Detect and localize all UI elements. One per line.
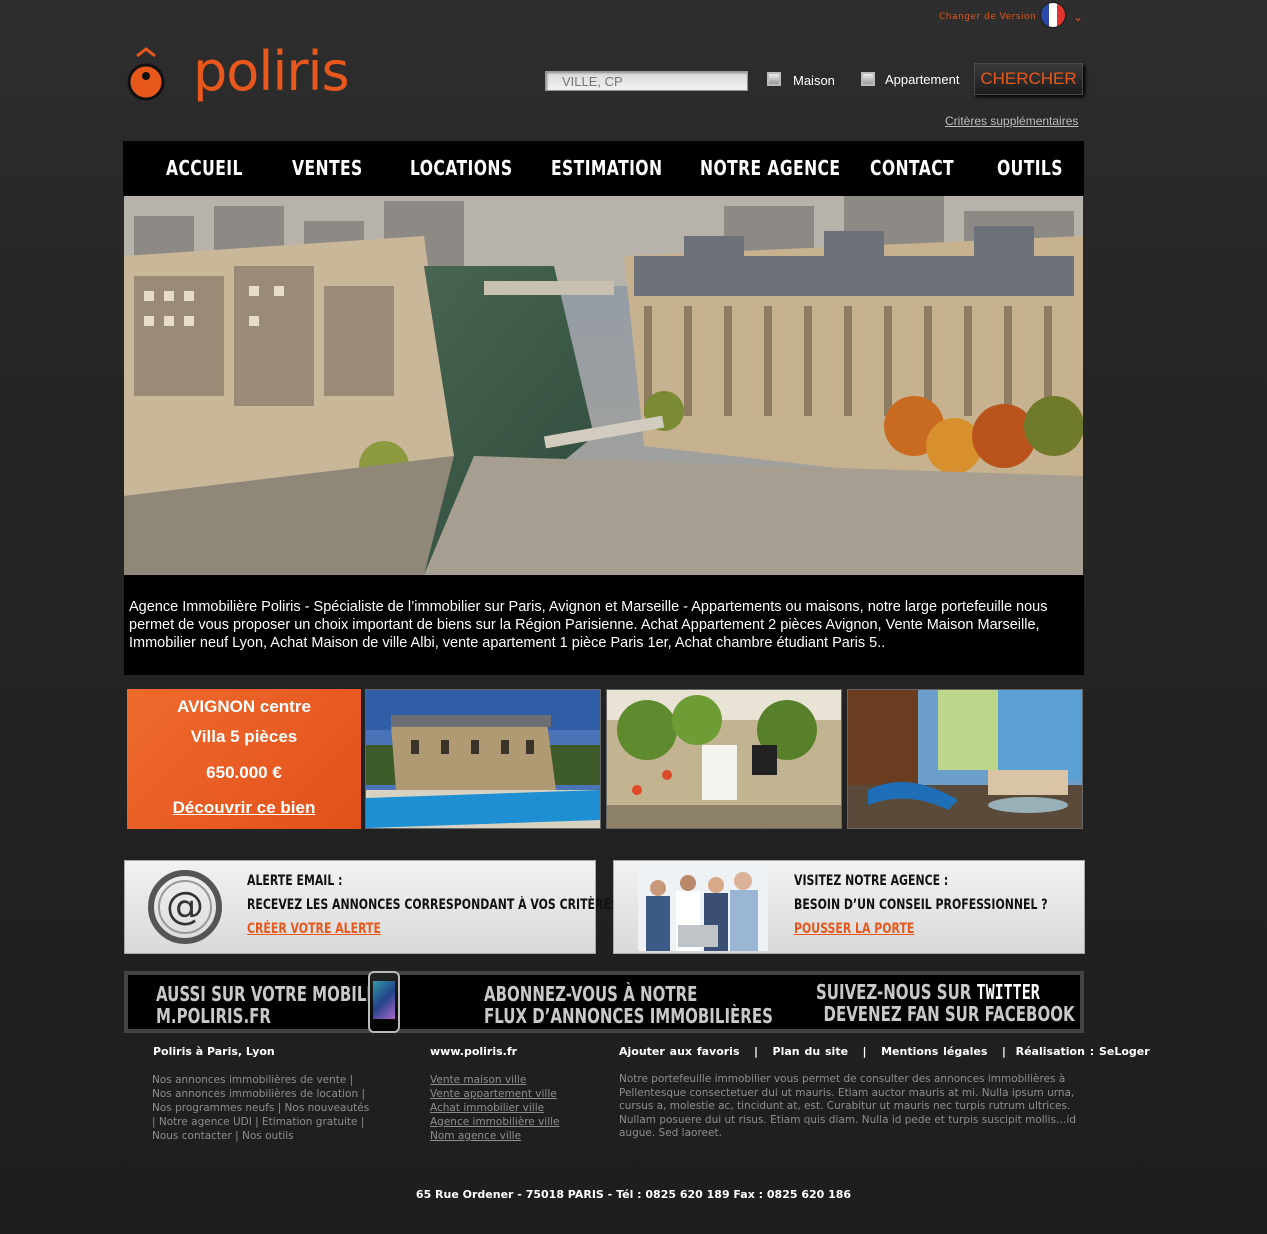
- property-photo-stone-house[interactable]: [606, 689, 842, 829]
- mobile-site-link[interactable]: AUSSI SUR VOTRE MOBILE M.POLIRIS.FR: [156, 983, 377, 1027]
- email-alert-title: ALERTE EMAIL :: [247, 873, 343, 889]
- agency-team-photo: [638, 863, 768, 951]
- add-favorites-link[interactable]: Ajouter aux favoris: [619, 1045, 740, 1058]
- footer-link[interactable]: Vente maison ville: [430, 1073, 560, 1087]
- featured-price: 650.000 €: [206, 763, 282, 782]
- chevron-down-icon[interactable]: ⌄: [1073, 10, 1083, 24]
- footer-address: 65 Rue Ordener - 75018 PARIS - Tél : 082…: [415, 1188, 852, 1201]
- credits-link[interactable]: Réalisation : SeLoger: [1016, 1045, 1150, 1058]
- apartment-checkbox-label: Appartement: [885, 72, 960, 87]
- sitemap-link[interactable]: Plan du site: [773, 1045, 849, 1058]
- nav-item-locations[interactable]: LOCATIONS: [410, 156, 512, 180]
- property-photo-living-room[interactable]: [847, 689, 1083, 829]
- main-nav: ACCUEIL VENTES LOCATIONS ESTIMATION NOTR…: [123, 141, 1084, 196]
- social-links[interactable]: SUIVEZ-NOUS SUR TWITTER DEVENEZ FAN SUR …: [816, 981, 1075, 1025]
- smartphone-icon: [368, 971, 400, 1033]
- email-alert-promo: @ ALERTE EMAIL : RECEVEZ LES ANNONCES CO…: [124, 860, 619, 954]
- more-criteria-link[interactable]: Critères supplémentaires: [945, 114, 1078, 128]
- footer-link[interactable]: Nos annonces immobilières de location |: [152, 1087, 369, 1101]
- hero-image: [124, 196, 1083, 575]
- email-alert-text: RECEVEZ LES ANNONCES CORRESPONDANT À VOS…: [247, 897, 619, 913]
- nav-item-estimation[interactable]: ESTIMATION: [551, 156, 662, 180]
- svg-text:@: @: [166, 884, 204, 928]
- footer-link[interactable]: | Notre agence UDI | Etimation gratuite …: [152, 1115, 369, 1129]
- nav-item-ventes[interactable]: VENTES: [292, 156, 363, 180]
- featured-listing[interactable]: AVIGNON centre Villa 5 pièces 650.000 € …: [127, 689, 361, 829]
- visit-agency-title: VISITEZ NOTRE AGENCE :: [794, 873, 949, 889]
- footer-link[interactable]: Nos annonces immobilières de vente |: [152, 1073, 369, 1087]
- footer-utility-links: Ajouter aux favoris | Plan du site | Men…: [619, 1045, 1150, 1058]
- email-at-icon: @: [147, 869, 223, 945]
- logo-text: poliris: [193, 40, 350, 103]
- twitter-link[interactable]: TWITTER: [977, 980, 1040, 1004]
- featured-city: AVIGNON centre: [177, 697, 311, 716]
- nav-item-accueil[interactable]: ACCUEIL: [166, 156, 243, 180]
- rss-feed-link[interactable]: ABONNEZ-VOUS À NOTRE FLUX D’ANNONCES IMM…: [484, 983, 773, 1027]
- footer-col1-title: Poliris à Paris, Lyon: [153, 1045, 275, 1058]
- footer-col2-title: www.poliris.fr: [430, 1045, 518, 1058]
- change-version-link[interactable]: Changer de Version: [939, 12, 1036, 22]
- intro-text: Agence Immobilière Poliris - Spécialiste…: [129, 599, 1048, 651]
- legal-notice-link[interactable]: Mentions légales: [881, 1045, 987, 1058]
- nav-item-outils[interactable]: OUTILS: [997, 156, 1063, 180]
- footer-link[interactable]: Nom agence ville: [430, 1129, 560, 1143]
- facebook-link[interactable]: DEVENEZ FAN SUR FACEBOOK: [816, 1003, 1075, 1025]
- footer-col1-links: Nos annonces immobilières de vente | Nos…: [152, 1073, 369, 1143]
- apartment-checkbox[interactable]: [861, 72, 875, 86]
- footer-link[interactable]: Agence immobilière ville: [430, 1115, 560, 1129]
- city-search-input[interactable]: [545, 71, 748, 91]
- separator: |: [754, 1045, 759, 1058]
- discover-listing-link[interactable]: Découvrir ce bien: [127, 798, 361, 818]
- featured-type: Villa 5 pièces: [190, 727, 298, 746]
- nav-item-contact[interactable]: CONTACT: [870, 156, 954, 180]
- visit-agency-text: BESOIN D’UN CONSEIL PROFESSIONNEL ?: [794, 897, 1048, 913]
- visit-agency-link[interactable]: POUSSER LA PORTE: [794, 921, 914, 937]
- footer-link[interactable]: Nos programmes neufs | Nos nouveautés: [152, 1101, 369, 1115]
- visit-agency-promo: VISITEZ NOTRE AGENCE : BESOIN D’UN CONSE…: [613, 860, 1085, 954]
- separator: |: [862, 1045, 867, 1058]
- create-alert-link[interactable]: CRÉER VOTRE ALERTE: [247, 921, 381, 937]
- footer-link[interactable]: Vente appartement ville: [430, 1087, 560, 1101]
- footer-link[interactable]: Achat immobilier ville: [430, 1101, 560, 1115]
- footer-link[interactable]: Nous contacter | Nos outils: [152, 1129, 369, 1143]
- house-checkbox-label: Maison: [793, 73, 835, 88]
- logo-icon: [126, 46, 166, 102]
- footer-col2-links: Vente maison ville Vente appartement vil…: [430, 1073, 560, 1143]
- nav-item-notre-agence[interactable]: NOTRE AGENCE: [700, 156, 840, 180]
- search-button[interactable]: CHERCHER: [974, 63, 1083, 95]
- property-photo-villa-pool[interactable]: [365, 689, 601, 829]
- services-banner: AUSSI SUR VOTRE MOBILE M.POLIRIS.FR ABON…: [124, 971, 1084, 1033]
- footer-description: Notre portefeuille immobilier vous perme…: [619, 1073, 1077, 1139]
- separator: |: [1001, 1045, 1006, 1058]
- french-flag-icon[interactable]: [1041, 3, 1065, 27]
- house-checkbox[interactable]: [767, 72, 781, 86]
